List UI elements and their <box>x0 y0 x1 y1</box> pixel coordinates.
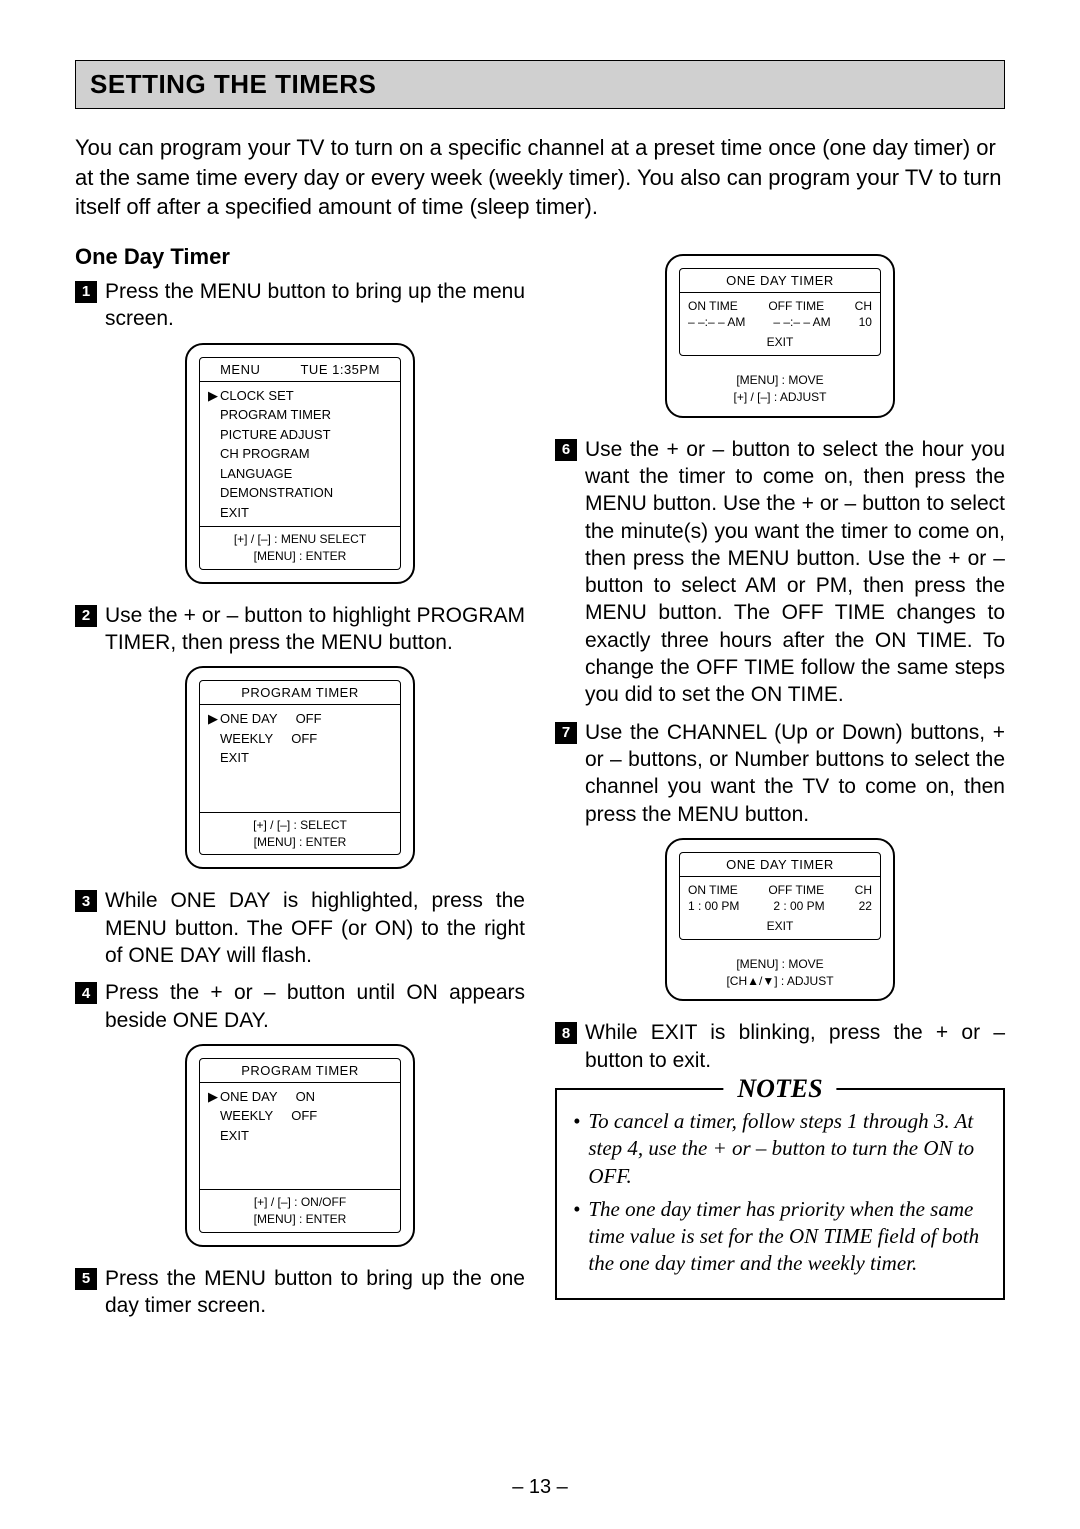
osd-help-line: [MENU] : MOVE <box>667 372 893 389</box>
step-text: Use the + or – button to highlight PROGR… <box>105 602 525 657</box>
osd-help-line: [+] / [–] : ON/OFF <box>208 1194 392 1211</box>
notes-box: NOTES •To cancel a timer, follow steps 1… <box>555 1088 1005 1300</box>
osd-help-line: [MENU] : ENTER <box>208 1211 392 1228</box>
osd-help-line: [MENU] : ENTER <box>208 834 392 851</box>
osd-help-line: [MENU] : MOVE <box>667 956 893 973</box>
pointer-icon: ▶ <box>208 386 220 406</box>
osd-value: ON <box>296 1087 316 1107</box>
osd-help-line: [MENU] : ENTER <box>208 548 392 565</box>
step-number: 4 <box>75 982 97 1004</box>
osd-item: ONE DAY <box>220 709 278 729</box>
osd-title-right: TUE 1:35PM <box>300 362 379 377</box>
osd-title: PROGRAM TIMER <box>200 681 400 704</box>
subheading: One Day Timer <box>75 244 525 270</box>
step-text: Use the + or – button to select the hour… <box>585 436 1005 709</box>
note-text: To cancel a timer, follow steps 1 throug… <box>588 1108 987 1190</box>
osd-item: WEEKLY <box>220 1106 273 1126</box>
osd-item: CLOCK SET <box>220 386 294 406</box>
osd-col-head: CH <box>855 883 872 897</box>
step-7: 7 Use the CHANNEL (Up or Down) buttons, … <box>555 719 1005 828</box>
osd-one-day-timer-set: ONE DAY TIMER ON TIME OFF TIME CH 1 : 00… <box>665 838 895 1002</box>
osd-col-value: – –:– – AM <box>773 315 830 329</box>
osd-item: PROGRAM TIMER <box>220 405 331 425</box>
osd-col-head: CH <box>855 299 872 313</box>
pointer-icon: ▶ <box>208 1087 220 1107</box>
osd-col-head: ON TIME <box>688 883 738 897</box>
step-text: Press the MENU button to bring up the me… <box>105 278 525 333</box>
osd-help-line: [+] / [–] : MENU SELECT <box>208 531 392 548</box>
step-5: 5 Press the MENU button to bring up the … <box>75 1265 525 1320</box>
step-text: Press the MENU button to bring up the on… <box>105 1265 525 1320</box>
right-column: ONE DAY TIMER ON TIME OFF TIME CH – –:– … <box>555 244 1005 1330</box>
pointer-icon: ▶ <box>208 709 220 729</box>
osd-col-head: ON TIME <box>688 299 738 313</box>
osd-col-value: – –:– – AM <box>688 315 745 329</box>
step-2: 2 Use the + or – button to highlight PRO… <box>75 602 525 657</box>
osd-col-value: 22 <box>859 899 872 913</box>
bullet-icon: • <box>573 1108 580 1190</box>
step-3: 3 While ONE DAY is highlighted, press th… <box>75 887 525 969</box>
osd-value: OFF <box>291 1106 317 1126</box>
osd-title: PROGRAM TIMER <box>200 1059 400 1082</box>
osd-title: ONE DAY TIMER <box>680 269 880 292</box>
osd-item: EXIT <box>220 1126 249 1146</box>
step-1: 1 Press the MENU button to bring up the … <box>75 278 525 333</box>
osd-help-line: [+] / [–] : SELECT <box>208 817 392 834</box>
osd-program-timer-on: PROGRAM TIMER ▶ ONE DAY ON WEEKLY OFF EXIT… <box>185 1044 415 1247</box>
osd-item: LANGUAGE <box>220 464 292 484</box>
step-number: 8 <box>555 1022 577 1044</box>
step-number: 2 <box>75 605 97 627</box>
osd-col-value: 1 : 00 PM <box>688 899 739 913</box>
osd-title: ONE DAY TIMER <box>680 853 880 876</box>
osd-exit: EXIT <box>680 917 880 939</box>
left-column: One Day Timer 1 Press the MENU button to… <box>75 244 525 1330</box>
section-header: SETTING THE TIMERS <box>75 60 1005 109</box>
bullet-icon: • <box>573 1196 580 1278</box>
step-text: Use the CHANNEL (Up or Down) buttons, + … <box>585 719 1005 828</box>
step-text: Press the + or – button until ON appears… <box>105 979 525 1034</box>
osd-main-menu: MENU TUE 1:35PM ▶CLOCK SET PROGRAM TIMER… <box>185 343 415 584</box>
step-number: 3 <box>75 890 97 912</box>
osd-help-line: [CH▲/▼] : ADJUST <box>667 973 893 990</box>
osd-one-day-timer-initial: ONE DAY TIMER ON TIME OFF TIME CH – –:– … <box>665 254 895 418</box>
osd-title-left: MENU <box>220 362 260 377</box>
step-text: While EXIT is blinking, press the + or –… <box>585 1019 1005 1074</box>
osd-col-value: 10 <box>859 315 872 329</box>
step-6: 6 Use the + or – button to select the ho… <box>555 436 1005 709</box>
page-number: – 13 – <box>512 1476 568 1499</box>
note-text: The one day timer has priority when the … <box>588 1196 987 1278</box>
osd-item: EXIT <box>220 503 249 523</box>
osd-col-head: OFF TIME <box>768 883 824 897</box>
osd-item: CH PROGRAM <box>220 444 310 464</box>
osd-col-head: OFF TIME <box>768 299 824 313</box>
osd-item: WEEKLY <box>220 729 273 749</box>
osd-col-value: 2 : 00 PM <box>773 899 824 913</box>
osd-value: OFF <box>296 709 322 729</box>
section-title: SETTING THE TIMERS <box>90 69 990 100</box>
osd-item: EXIT <box>220 748 249 768</box>
osd-program-timer-off: PROGRAM TIMER ▶ ONE DAY OFF WEEKLY OFF EXI… <box>185 666 415 869</box>
notes-title: NOTES <box>723 1074 836 1104</box>
step-8: 8 While EXIT is blinking, press the + or… <box>555 1019 1005 1074</box>
osd-exit: EXIT <box>680 333 880 355</box>
step-number: 5 <box>75 1268 97 1290</box>
step-text: While ONE DAY is highlighted, press the … <box>105 887 525 969</box>
osd-value: OFF <box>291 729 317 749</box>
osd-item: DEMONSTRATION <box>220 483 333 503</box>
step-4: 4 Press the + or – button until ON appea… <box>75 979 525 1034</box>
step-number: 6 <box>555 439 577 461</box>
osd-item: ONE DAY <box>220 1087 278 1107</box>
osd-help-line: [+] / [–] : ADJUST <box>667 389 893 406</box>
osd-item: PICTURE ADJUST <box>220 425 331 445</box>
step-number: 7 <box>555 722 577 744</box>
step-number: 1 <box>75 281 97 303</box>
intro-paragraph: You can program your TV to turn on a spe… <box>75 133 1005 222</box>
